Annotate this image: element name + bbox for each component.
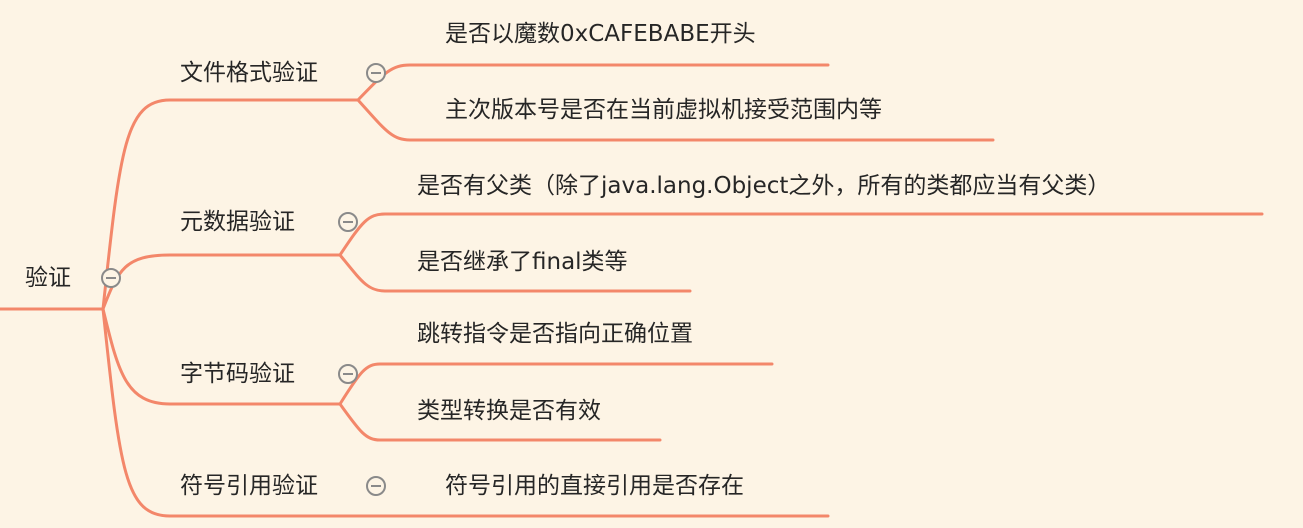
branch-2-child-1[interactable]: 是否有父类（除了java.lang.Object之外，所有的类都应当有父类） [417,172,1110,200]
mindmap-canvas: 验证 文件格式验证 是否以魔数0xCAFEBABE开头 主次版本号是否在当前虚拟… [0,0,1303,528]
branch-1-child-1[interactable]: 是否以魔数0xCAFEBABE开头 [445,20,756,48]
branch-3-child-1[interactable]: 跳转指令是否指向正确位置 [417,320,693,348]
root-collapse-icon[interactable] [101,268,121,288]
branch-topic-bytecode[interactable]: 字节码验证 [180,360,295,388]
branch-topic-symbol-reference[interactable]: 符号引用验证 [180,472,318,500]
branch-1-child-1-line [356,63,830,102]
root-topic[interactable]: 验证 [25,264,71,292]
trunk-to-branch-3 [101,307,342,406]
branch-1-collapse-icon[interactable] [366,63,386,83]
branch-2-child-2[interactable]: 是否继承了final类等 [417,248,628,276]
branch-2-collapse-icon[interactable] [338,212,358,232]
trunk-to-branch-2 [101,253,342,311]
branch-1-child-2[interactable]: 主次版本号是否在当前虚拟机接受范围内等 [445,96,882,124]
branch-3-collapse-icon[interactable] [338,364,358,384]
branch-topic-file-format[interactable]: 文件格式验证 [180,59,318,87]
branch-topic-metadata[interactable]: 元数据验证 [180,208,295,236]
branch-4-child-1[interactable]: 符号引用的直接引用是否存在 [445,472,744,500]
trunk-to-branch-1 [101,98,360,311]
branch-3-child-2[interactable]: 类型转换是否有效 [417,397,601,425]
branch-4-collapse-icon[interactable] [366,476,386,496]
